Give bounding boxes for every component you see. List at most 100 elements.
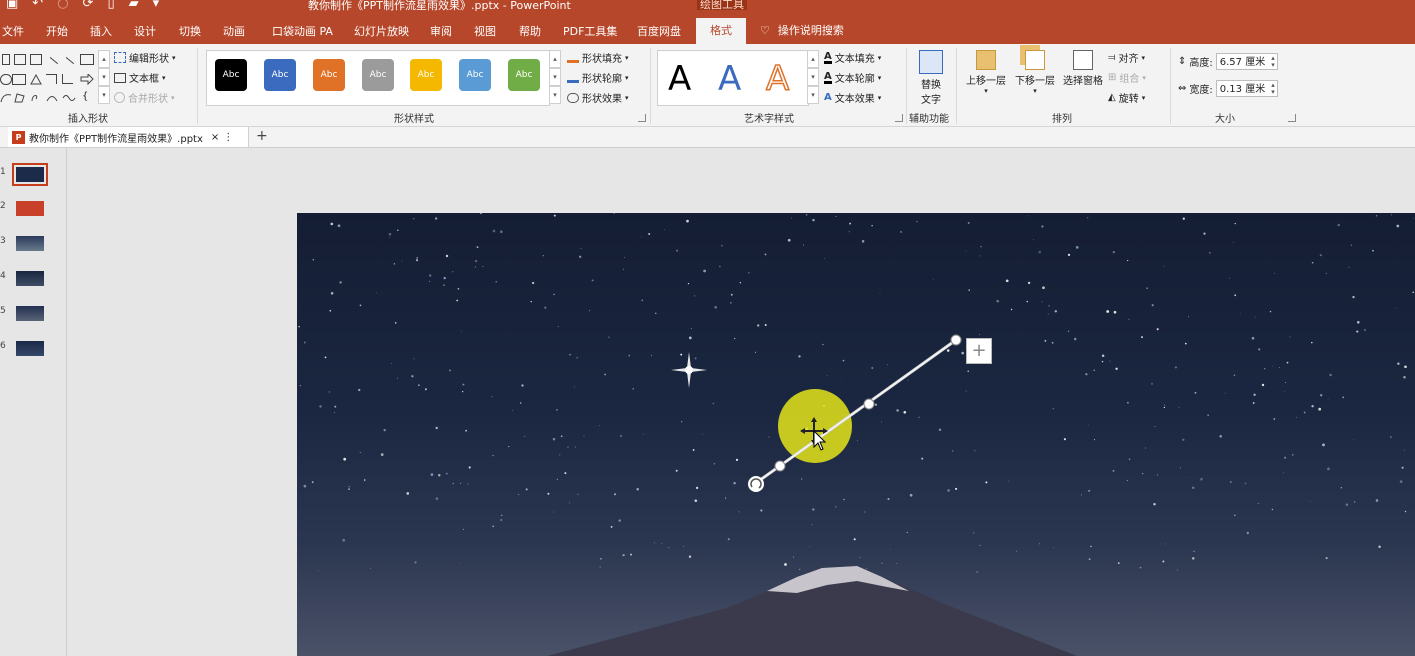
- width-spinner[interactable]: ▴ ▾: [1271, 82, 1275, 96]
- wordart-sample[interactable]: A: [765, 58, 790, 100]
- right-arrow-shape-icon[interactable]: [80, 72, 94, 86]
- redo-icon[interactable]: ○: [57, 0, 68, 11]
- open-folder-icon[interactable]: ▰: [129, 0, 139, 11]
- line-shape-icon[interactable]: [43, 56, 59, 72]
- tab-review[interactable]: 审阅: [430, 23, 452, 39]
- shape-style-swatch[interactable]: Abc: [410, 59, 442, 91]
- wordart-sample[interactable]: A: [718, 59, 741, 99]
- customize-icon[interactable]: ▾: [153, 0, 160, 11]
- rect2-shape-icon[interactable]: [12, 74, 26, 85]
- textbox-shape-icon[interactable]: [2, 54, 10, 65]
- undo-icon[interactable]: ↶: [32, 0, 43, 11]
- slide-thumbnail[interactable]: [16, 201, 44, 216]
- tab-help[interactable]: 帮助: [519, 23, 541, 39]
- tab-file[interactable]: 文件: [2, 23, 24, 39]
- close-icon[interactable]: ×: [211, 132, 219, 143]
- text-fill-button[interactable]: A 文本填充 ▾: [824, 50, 881, 65]
- vertical-text-shape-icon[interactable]: [30, 54, 42, 65]
- tab-slideshow[interactable]: 幻灯片放映: [354, 23, 409, 39]
- slide-thumbnail[interactable]: [12, 163, 48, 186]
- selection-pane-button[interactable]: 选择窗格: [1061, 50, 1105, 87]
- elbow-connector2-icon[interactable]: [62, 74, 73, 84]
- shape-style-swatch[interactable]: Abc: [362, 59, 394, 91]
- slide-thumbnail[interactable]: [16, 271, 44, 286]
- wave-shape-icon[interactable]: [62, 92, 76, 101]
- group-button[interactable]: ⊞ 组合 ▾: [1108, 70, 1146, 85]
- send-backward-button[interactable]: 下移一层 ▾: [1012, 50, 1058, 95]
- tab-animations[interactable]: 动画: [223, 23, 245, 39]
- save-icon[interactable]: ▣: [6, 0, 18, 11]
- slide-thumbnail[interactable]: [16, 236, 44, 251]
- scribble-shape-icon[interactable]: [30, 92, 40, 102]
- slide-thumbnail[interactable]: [16, 341, 44, 356]
- shape-styles-launcher-icon[interactable]: [638, 114, 646, 122]
- tab-baidu-netdisk[interactable]: 百度网盘: [637, 23, 681, 39]
- shape-outline-button[interactable]: 形状轮廓 ▾: [567, 70, 629, 85]
- wordart-gallery-more[interactable]: ▾: [807, 86, 819, 104]
- tab-pdf-tools[interactable]: PDF工具集: [563, 23, 617, 39]
- text-box-button[interactable]: 文本框 ▾: [114, 70, 166, 85]
- align-button[interactable]: ⫤ 对齐 ▾: [1108, 50, 1145, 65]
- add-tab-button[interactable]: +: [256, 127, 268, 146]
- shapes-scroll-up[interactable]: ▴: [98, 50, 110, 68]
- more-options-icon[interactable]: ⋮: [223, 132, 233, 143]
- arrow-line-shape-icon[interactable]: [59, 56, 75, 72]
- triangle-shape-icon[interactable]: [30, 73, 42, 85]
- height-spinner[interactable]: ▴ ▾: [1271, 55, 1275, 69]
- shape-effects-button[interactable]: 形状效果 ▾: [567, 90, 629, 105]
- alt-text-button[interactable]: 替换 文字: [914, 50, 948, 106]
- text-effects-button[interactable]: A 文本效果 ▾: [824, 90, 881, 105]
- shapes-gallery-more[interactable]: ▾: [98, 86, 110, 104]
- curve-shape-icon[interactable]: [0, 92, 12, 103]
- line-end-handle[interactable]: [950, 334, 962, 346]
- tab-format[interactable]: 格式: [696, 18, 746, 44]
- text-outline-button[interactable]: A 文本轮廓 ▾: [824, 70, 881, 85]
- wordart-scroll-up[interactable]: ▴: [807, 50, 819, 68]
- styles-scroll-up[interactable]: ▴: [549, 50, 561, 68]
- bring-forward-button[interactable]: 上移一层 ▾: [963, 50, 1009, 95]
- tab-transitions[interactable]: 切换: [179, 23, 201, 39]
- document-tab[interactable]: P 教你制作《PPT制作流星雨效果》.pptx × ⋮: [8, 127, 249, 147]
- shapes-gallery[interactable]: {: [0, 50, 108, 103]
- freeform-shape-icon[interactable]: [14, 92, 25, 103]
- wordart-scroll-down[interactable]: ▾: [807, 68, 819, 86]
- shape-fill-button[interactable]: 形状填充 ▾: [567, 50, 629, 65]
- styles-gallery-more[interactable]: ▾: [549, 86, 561, 104]
- height-input[interactable]: 6.57 厘米 ▴ ▾: [1215, 53, 1278, 70]
- shape-style-swatch[interactable]: Abc: [508, 59, 540, 91]
- shapes-scroll-down[interactable]: ▾: [98, 68, 110, 86]
- styles-scroll-down[interactable]: ▾: [549, 68, 561, 86]
- edit-shape-button[interactable]: 编辑形状 ▾: [114, 50, 176, 65]
- slide-thumbnail[interactable]: [16, 306, 44, 321]
- elbow-connector-icon[interactable]: [46, 74, 57, 84]
- arc-shape-icon[interactable]: [46, 92, 58, 102]
- oval-shape-icon[interactable]: [0, 74, 12, 85]
- tab-design[interactable]: 设计: [134, 23, 156, 39]
- size-launcher-icon[interactable]: [1288, 114, 1296, 122]
- shape-style-swatch[interactable]: Abc: [215, 59, 247, 91]
- shape-style-swatch[interactable]: Abc: [264, 59, 296, 91]
- new-file-icon[interactable]: ▯: [107, 0, 114, 11]
- tab-insert[interactable]: 插入: [90, 23, 112, 39]
- tell-me-search[interactable]: ♡ 操作说明搜索: [760, 22, 844, 38]
- edit-shape-label: 编辑形状: [129, 54, 169, 65]
- tab-home[interactable]: 开始: [46, 23, 68, 39]
- width-input[interactable]: 0.13 厘米 ▴ ▾: [1215, 80, 1278, 97]
- rotate-handle-icon[interactable]: [748, 476, 764, 492]
- brace-shape-icon[interactable]: {: [82, 92, 92, 102]
- text-shape-icon[interactable]: [14, 54, 26, 65]
- tab-view[interactable]: 视图: [474, 23, 496, 39]
- wordart-launcher-icon[interactable]: [895, 114, 903, 122]
- refresh-icon[interactable]: ⟳: [83, 0, 94, 11]
- wordart-sample[interactable]: A: [668, 59, 691, 99]
- rotate-button[interactable]: ◭ 旋转 ▾: [1108, 90, 1145, 105]
- line-mid-handle[interactable]: [863, 398, 875, 410]
- merge-shapes-button[interactable]: 合并形状 ▾: [114, 90, 175, 105]
- tab-pocket-animation[interactable]: 口袋动画 PA: [272, 23, 333, 39]
- rectangle-shape-icon[interactable]: [80, 54, 94, 65]
- shape-style-swatch[interactable]: Abc: [459, 59, 491, 91]
- slide-canvas[interactable]: +: [297, 213, 1415, 656]
- shape-style-swatch[interactable]: Abc: [313, 59, 345, 91]
- layout-options-button[interactable]: +: [966, 338, 992, 364]
- line-start-handle[interactable]: [774, 460, 786, 472]
